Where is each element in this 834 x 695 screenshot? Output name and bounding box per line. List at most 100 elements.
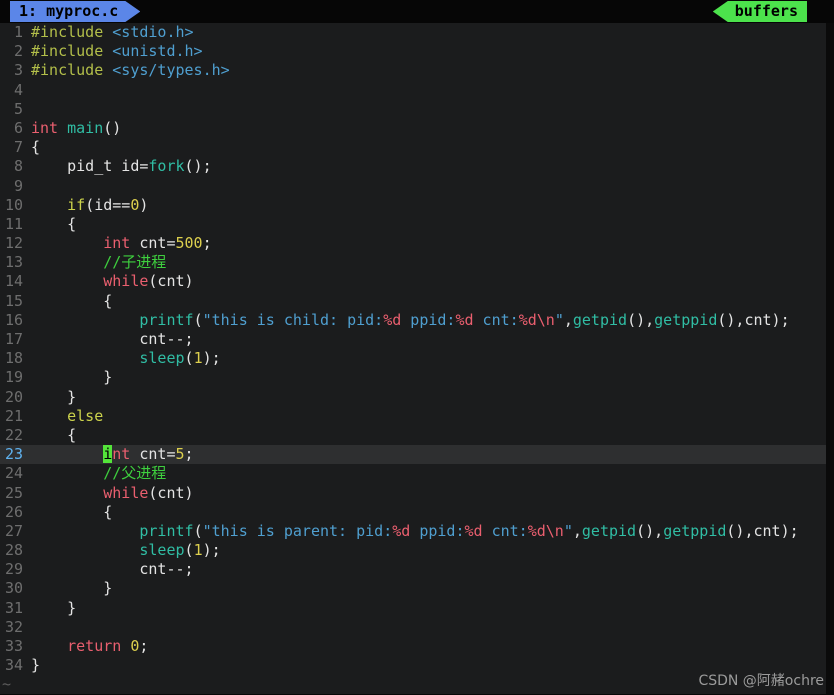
code-token: }: [31, 579, 112, 597]
code-token: \n: [546, 522, 564, 540]
tab-buffers[interactable]: buffers: [713, 1, 807, 22]
code-text: if(id==0): [31, 196, 826, 215]
code-token: main: [67, 119, 103, 137]
code-token: [31, 541, 139, 559]
line-number: 6: [0, 119, 31, 138]
code-token: while: [103, 272, 148, 290]
line-number: 21: [0, 407, 31, 426]
code-token: 1: [194, 349, 203, 367]
code-token: }: [31, 656, 40, 674]
line-number: 19: [0, 368, 31, 387]
code-text: {: [31, 426, 826, 445]
code-token: 500: [176, 234, 203, 252]
line-number: 22: [0, 426, 31, 445]
code-token: [31, 407, 67, 425]
code-token: }: [31, 388, 76, 406]
code-line[interactable]: 15 {: [0, 292, 826, 311]
code-text: {: [31, 503, 826, 522]
code-token: 5: [176, 445, 185, 463]
code-line[interactable]: 1#include <stdio.h>: [0, 23, 826, 42]
line-number: 17: [0, 330, 31, 349]
code-token: (: [194, 311, 203, 329]
tab-current-file[interactable]: 1: myproc.c: [10, 1, 140, 22]
editor-area[interactable]: 1#include <stdio.h>2#include <unistd.h>3…: [0, 23, 826, 694]
code-line[interactable]: 5: [0, 100, 826, 119]
line-number: 32: [0, 618, 31, 637]
code-text: {: [31, 138, 826, 157]
code-line[interactable]: 25 while(cnt): [0, 484, 826, 503]
code-text: cnt--;: [31, 560, 826, 579]
code-line[interactable]: 10 if(id==0): [0, 196, 826, 215]
code-line[interactable]: 14 while(cnt): [0, 272, 826, 291]
line-number: 29: [0, 560, 31, 579]
code-token: [31, 445, 103, 463]
code-token: \n: [537, 311, 555, 329]
code-text: {: [31, 292, 826, 311]
code-line[interactable]: 29 cnt--;: [0, 560, 826, 579]
code-line[interactable]: 24 //父进程: [0, 464, 826, 483]
line-number: 28: [0, 541, 31, 560]
code-token: [121, 637, 130, 655]
code-line[interactable]: 22 {: [0, 426, 826, 445]
code-token: {: [31, 426, 76, 444]
line-number: 10: [0, 196, 31, 215]
code-line[interactable]: 9: [0, 177, 826, 196]
code-token: if: [67, 196, 85, 214]
code-line[interactable]: 17 cnt--;: [0, 330, 826, 349]
line-number: 9: [0, 177, 31, 196]
code-line[interactable]: 18 sleep(1);: [0, 349, 826, 368]
code-line[interactable]: 3#include <sys/types.h>: [0, 61, 826, 80]
line-number: 13: [0, 253, 31, 272]
code-token: fork: [148, 157, 184, 175]
code-token: getppid: [663, 522, 726, 540]
code-line[interactable]: 20 }: [0, 388, 826, 407]
code-line[interactable]: 19 }: [0, 368, 826, 387]
code-token: %d: [465, 522, 483, 540]
code-text: while(cnt): [31, 272, 826, 291]
code-token: [31, 311, 139, 329]
code-line[interactable]: 12 int cnt=500;: [0, 234, 826, 253]
code-token: cnt=: [130, 445, 175, 463]
code-text: #include <stdio.h>: [31, 23, 826, 42]
code-line[interactable]: 11 {: [0, 215, 826, 234]
code-token: "this is child: pid:: [203, 311, 384, 329]
code-line[interactable]: 7{: [0, 138, 826, 157]
code-token: %d: [519, 311, 537, 329]
code-line[interactable]: 30 }: [0, 579, 826, 598]
tab-buffers-label: buffers: [735, 2, 798, 20]
code-text: //父进程: [31, 464, 826, 483]
code-line[interactable]: 21 else: [0, 407, 826, 426]
code-line[interactable]: 33 return 0;: [0, 637, 826, 656]
code-token: ();: [185, 157, 212, 175]
code-token: {: [31, 503, 112, 521]
code-token: #include: [31, 23, 103, 41]
csdn-watermark: CSDN @阿赭ochre: [698, 672, 824, 690]
code-line[interactable]: 31 }: [0, 599, 826, 618]
code-token: printf: [139, 311, 193, 329]
code-line[interactable]: 6int main(): [0, 119, 826, 138]
line-number: 14: [0, 272, 31, 291]
code-text: int cnt=500;: [31, 234, 826, 253]
code-line[interactable]: 23 int cnt=5;: [0, 445, 826, 464]
code-line[interactable]: 32: [0, 618, 826, 637]
code-line[interactable]: 16 printf("this is child: pid:%d ppid:%d…: [0, 311, 826, 330]
code-line[interactable]: 26 {: [0, 503, 826, 522]
line-number: 12: [0, 234, 31, 253]
code-token: [31, 637, 67, 655]
code-token: cnt=: [130, 234, 175, 252]
code-line[interactable]: 4: [0, 81, 826, 100]
code-text: [31, 618, 826, 637]
code-token: %d: [383, 311, 401, 329]
code-line[interactable]: 13 //子进程: [0, 253, 826, 272]
line-number: 1: [0, 23, 31, 42]
code-token: getpid: [573, 311, 627, 329]
code-text: while(cnt): [31, 484, 826, 503]
code-line[interactable]: 2#include <unistd.h>: [0, 42, 826, 61]
right-edge-strip: [826, 23, 834, 694]
code-line[interactable]: 8 pid_t id=fork();: [0, 157, 826, 176]
code-token: #include: [31, 61, 103, 79]
code-text: int cnt=5;: [31, 445, 826, 464]
code-token: [31, 522, 139, 540]
code-line[interactable]: 28 sleep(1);: [0, 541, 826, 560]
code-line[interactable]: 27 printf("this is parent: pid:%d ppid:%…: [0, 522, 826, 541]
